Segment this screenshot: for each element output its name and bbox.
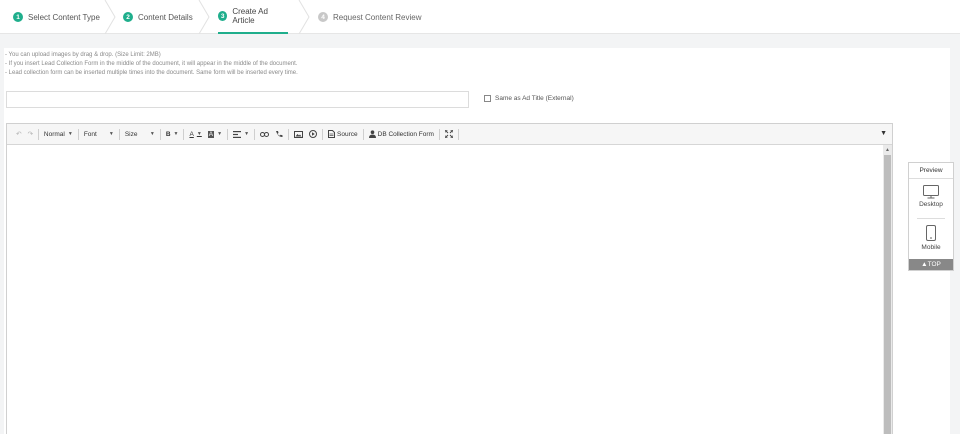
editor-toolbar: ↶ ↷ Normal▼ Font▼ Size▼ B▼ A▼ A▼ ▼: [7, 124, 892, 145]
bold-button[interactable]: B ▼: [163, 127, 182, 141]
step-content-details[interactable]: 2 Content Details: [123, 0, 193, 34]
text-color-icon: A: [189, 130, 194, 138]
note-line: - Lead collection form can be inserted m…: [5, 70, 298, 76]
step-number-badge: 2: [123, 12, 133, 22]
toolbar-divider: [183, 128, 185, 140]
step-select-content-type[interactable]: 1 Select Content Type: [13, 0, 100, 34]
scrollbar-thumb[interactable]: [884, 155, 891, 434]
chevron-down-icon: ▼: [196, 131, 202, 137]
phone-button[interactable]: [272, 127, 286, 141]
toolbar-divider: [227, 128, 229, 140]
progress-stepper: 1 Select Content Type 2 Content Details …: [0, 0, 960, 34]
chevron-down-icon: ▼: [217, 131, 223, 137]
preview-divider: [917, 218, 945, 219]
size-dropdown[interactable]: Size ▼: [122, 127, 158, 141]
preview-panel: Preview Desktop Mobile ▲TOP: [908, 162, 954, 271]
desktop-label: Desktop: [919, 201, 943, 208]
image-icon: [294, 130, 304, 138]
step-create-ad-article[interactable]: 3 Create Ad Article: [218, 0, 288, 34]
step-number-badge: 3: [218, 11, 228, 21]
toolbar-divider: [159, 128, 161, 140]
chevron-down-icon: ▼: [244, 131, 250, 137]
toolbar-divider: [288, 128, 290, 140]
step-number-badge: 1: [13, 12, 23, 22]
step-label: Content Details: [138, 12, 193, 22]
play-circle-icon: [309, 130, 318, 138]
step-label: Create Ad Article: [232, 7, 268, 25]
video-button[interactable]: [306, 127, 320, 141]
align-left-icon: [233, 130, 242, 138]
mobile-label: Mobile: [921, 244, 941, 251]
editor-scrollbar[interactable]: ▲: [883, 145, 892, 434]
chevron-down-icon: ▼: [173, 131, 179, 137]
article-title-input[interactable]: [6, 91, 469, 108]
expand-icon: [444, 130, 453, 138]
align-button[interactable]: ▼: [230, 127, 252, 141]
toolbar-divider: [77, 128, 79, 140]
editor-content-area[interactable]: [7, 145, 883, 434]
format-dropdown-label: Normal: [43, 130, 65, 138]
text-color-button[interactable]: A ▼: [186, 127, 204, 141]
same-as-ad-title-checkbox[interactable]: Same as Ad Title (External): [484, 95, 574, 102]
desktop-monitor-icon: [923, 185, 939, 199]
note-line: - If you insert Lead Collection Form in …: [5, 61, 298, 67]
db-collection-form-button[interactable]: DB Collection Form: [366, 127, 437, 141]
step-label: Request Content Review: [333, 12, 422, 22]
redo-icon[interactable]: ↷: [24, 127, 35, 141]
background-color-icon: A: [207, 130, 215, 138]
preview-desktop-button[interactable]: Desktop: [909, 185, 953, 208]
mobile-phone-icon: [926, 225, 936, 241]
step-separator-chevron-icon: [198, 0, 210, 34]
toolbar-divider: [322, 128, 324, 140]
step-label: Select Content Type: [28, 12, 100, 22]
link-icon: [260, 131, 270, 137]
format-dropdown[interactable]: Normal ▼: [41, 127, 76, 141]
scroll-up-arrow-icon[interactable]: ▲: [883, 145, 892, 154]
step-separator-chevron-icon: [298, 0, 310, 34]
db-collection-form-label: DB Collection Form: [377, 130, 434, 138]
rich-text-editor: ↶ ↷ Normal▼ Font▼ Size▼ B▼ A▼ A▼ ▼: [6, 123, 893, 434]
font-dropdown[interactable]: Font ▼: [81, 127, 117, 141]
chevron-down-icon: ▼: [149, 131, 155, 137]
background-color-button[interactable]: A ▼: [205, 127, 225, 141]
toolbar-divider: [254, 128, 256, 140]
font-dropdown-label: Font: [83, 130, 97, 138]
link-button[interactable]: [257, 127, 272, 141]
image-button[interactable]: [291, 127, 306, 141]
step-separator-chevron-icon: [104, 0, 116, 34]
document-icon: [328, 130, 336, 138]
fullscreen-button[interactable]: [442, 127, 456, 141]
step-request-content-review[interactable]: 4 Request Content Review: [318, 0, 422, 34]
toolbar-divider: [438, 128, 440, 140]
scroll-to-top-button[interactable]: ▲TOP: [909, 259, 953, 270]
note-line: - You can upload images by drag & drop. …: [5, 52, 161, 58]
toolbar-divider: [362, 128, 364, 140]
preview-title: Preview: [909, 163, 953, 179]
source-button-label: Source: [337, 130, 358, 138]
preview-mobile-button[interactable]: Mobile: [909, 225, 953, 251]
source-button[interactable]: Source: [325, 127, 361, 141]
checkbox-box[interactable]: [484, 95, 491, 102]
step-number-badge: 4: [318, 12, 328, 22]
chevron-down-icon: ▼: [108, 131, 114, 137]
toolbar-divider: [118, 128, 120, 140]
user-icon: [368, 130, 376, 138]
toolbar-divider: [457, 128, 459, 140]
toolbar-collapse-icon[interactable]: ▼: [880, 130, 887, 137]
bold-icon: B: [165, 130, 171, 138]
checkbox-label: Same as Ad Title (External): [495, 95, 574, 102]
phone-icon: [276, 131, 283, 138]
toolbar-divider: [37, 128, 39, 140]
undo-icon[interactable]: ↶: [13, 127, 24, 141]
upload-notes: - You can upload images by drag & drop. …: [5, 51, 298, 78]
size-dropdown-label: Size: [124, 130, 138, 138]
chevron-down-icon: ▼: [67, 131, 73, 137]
